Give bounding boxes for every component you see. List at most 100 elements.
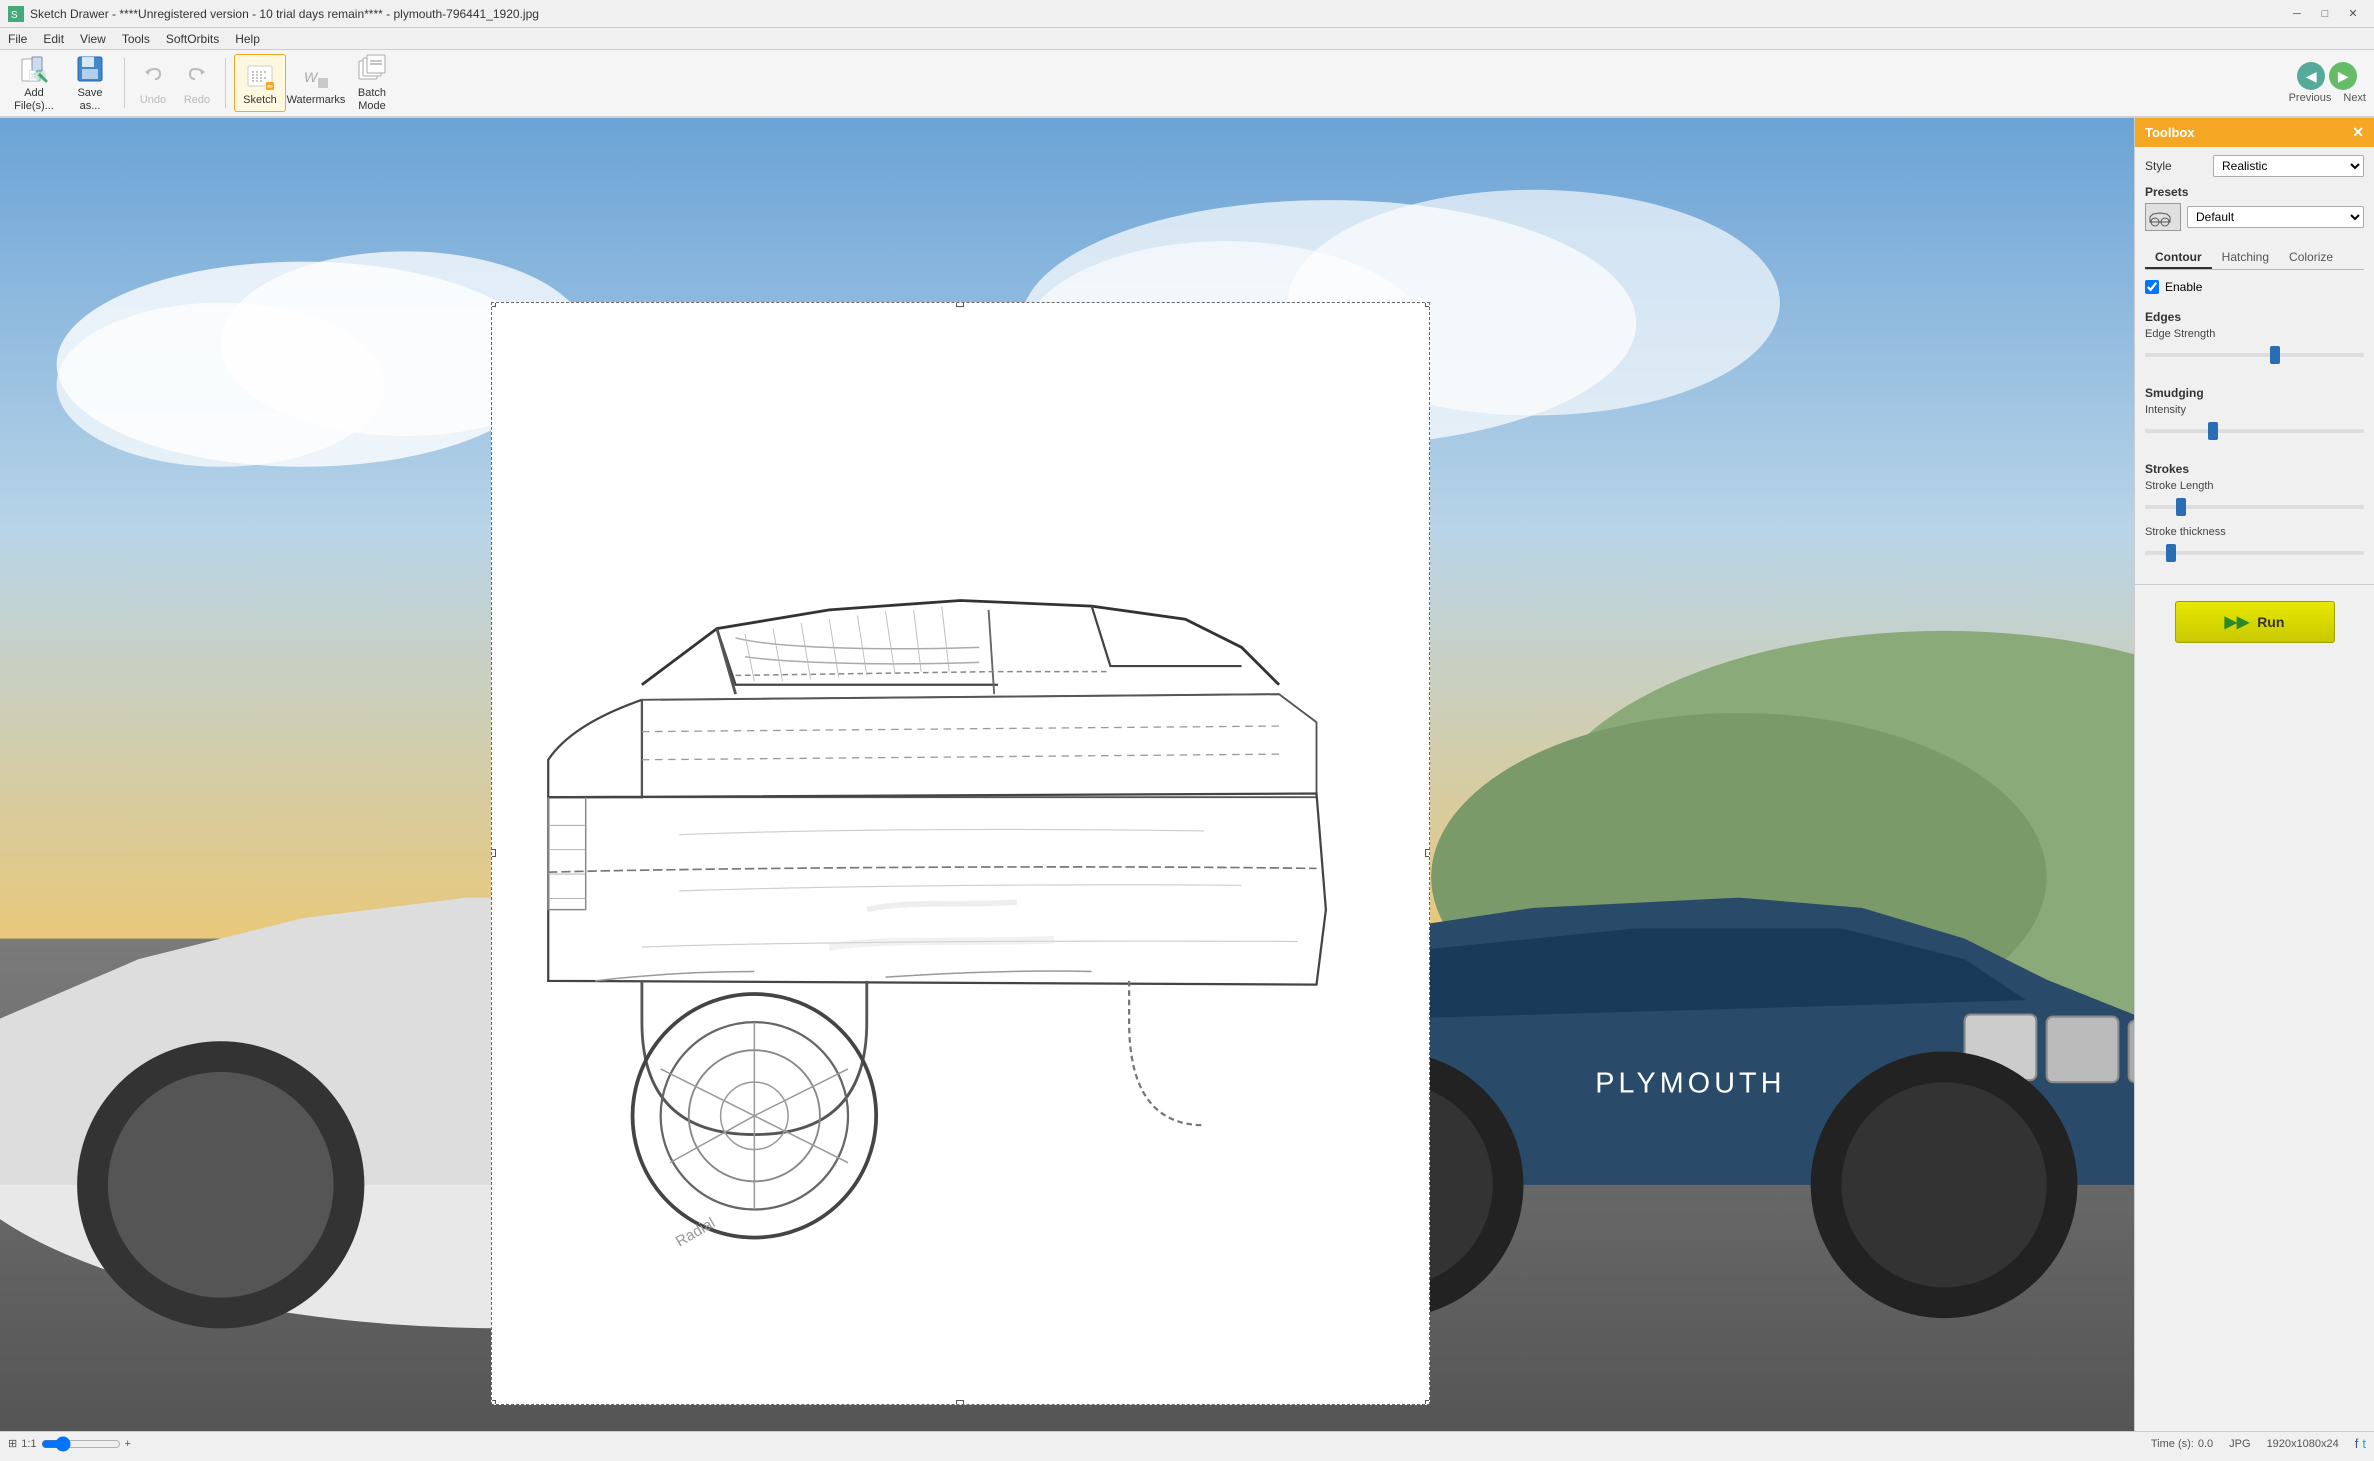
window-title: Sketch Drawer - ****Unregistered version… — [30, 7, 2284, 21]
title-bar: S Sketch Drawer - ****Unregistered versi… — [0, 0, 2374, 28]
preset-select[interactable]: Default Soft Hard Fine Art — [2187, 206, 2364, 228]
app-icon: S — [8, 6, 24, 22]
style-row: Style Realistic Artistic Comic Portrait — [2145, 155, 2364, 177]
watermarks-label: Watermarks — [287, 94, 346, 106]
sketch-overlay[interactable]: Radial — [491, 302, 1430, 1405]
twitter-icon[interactable]: t — [2362, 1436, 2366, 1451]
watermarks-button[interactable]: W Watermarks — [290, 54, 342, 112]
menu-tools[interactable]: Tools — [114, 30, 158, 48]
format-item: JPG — [2229, 1436, 2250, 1451]
menu-view[interactable]: View — [72, 30, 114, 48]
handle-mid-right[interactable] — [1425, 849, 1430, 857]
menu-softorbits[interactable]: SoftOrbits — [158, 30, 227, 48]
toolbar-separator-1 — [124, 58, 125, 108]
next-button[interactable]: ▶ — [2329, 62, 2357, 90]
stroke-length-label: Stroke Length — [2145, 480, 2364, 492]
stroke-thickness-slider[interactable] — [2145, 551, 2364, 555]
handle-mid-left[interactable] — [491, 849, 496, 857]
smudging-intensity-label: Intensity — [2145, 404, 2364, 416]
zoom-level: 1:1 — [21, 1438, 36, 1450]
toolbar-separator-2 — [225, 58, 226, 108]
handle-bottom-left[interactable] — [491, 1400, 496, 1405]
run-label: Run — [2257, 614, 2284, 630]
menu-help[interactable]: Help — [227, 30, 268, 48]
strokes-section: Strokes Stroke Length Stroke thickness — [2135, 458, 2374, 580]
window-controls: ─ □ ✕ — [2284, 4, 2366, 24]
status-bar: ⊞ 1:1 + Time (s): 0.0 JPG 1920x1080x24 f… — [0, 1431, 2374, 1455]
time-item: Time (s): 0.0 — [2151, 1436, 2213, 1451]
previous-label: Previous — [2289, 92, 2332, 104]
stroke-length-slider[interactable] — [2145, 505, 2364, 509]
add-files-button[interactable]: 📄 + AddFile(s)... — [8, 54, 60, 112]
next-label: Next — [2343, 92, 2366, 104]
sketch-label: Sketch — [243, 94, 277, 106]
enable-section: Enable — [2135, 276, 2374, 306]
previous-button[interactable]: ◀ — [2297, 62, 2325, 90]
time-value: 0.0 — [2198, 1438, 2213, 1450]
dimensions-value: 1920x1080x24 — [2267, 1438, 2339, 1450]
handle-bottom-mid[interactable] — [956, 1400, 964, 1405]
menu-edit[interactable]: Edit — [35, 30, 72, 48]
tab-hatching[interactable]: Hatching — [2212, 247, 2279, 269]
social-icons: f t — [2355, 1436, 2366, 1451]
undo-icon — [137, 60, 169, 92]
toolbox-close-button[interactable]: ✕ — [2352, 124, 2364, 141]
main-content: PLYMOUTH — [0, 118, 2374, 1431]
svg-text:S: S — [11, 10, 18, 21]
toolbox-panel: Toolbox ✕ Style Realistic Artistic Comic… — [2134, 118, 2374, 1431]
handle-top-left[interactable] — [491, 302, 496, 307]
close-button[interactable]: ✕ — [2340, 4, 2366, 24]
facebook-icon[interactable]: f — [2355, 1436, 2359, 1451]
tab-contour[interactable]: Contour — [2145, 247, 2212, 269]
toolbox-header: Toolbox ✕ — [2135, 118, 2374, 147]
format-value: JPG — [2229, 1438, 2250, 1450]
svg-text:W: W — [304, 69, 319, 85]
toolbox-divider — [2135, 584, 2374, 585]
fit-icon: ⊞ — [8, 1437, 17, 1450]
smudging-intensity-group: Intensity — [2145, 404, 2364, 440]
edges-section: Edges Edge Strength — [2135, 306, 2374, 382]
svg-text:PLYMOUTH: PLYMOUTH — [1595, 1067, 1785, 1099]
maximize-button[interactable]: □ — [2312, 4, 2338, 24]
style-section: Style Realistic Artistic Comic Portrait … — [2135, 147, 2374, 247]
batch-mode-button[interactable]: BatchMode — [346, 54, 398, 112]
batch-mode-label: BatchMode — [358, 87, 386, 113]
minimize-button[interactable]: ─ — [2284, 4, 2310, 24]
dimensions-item: 1920x1080x24 — [2267, 1436, 2339, 1451]
edge-strength-slider[interactable] — [2145, 353, 2364, 357]
handle-bottom-right[interactable] — [1425, 1400, 1430, 1405]
redo-button[interactable]: Redo — [177, 57, 217, 109]
save-as-icon — [74, 53, 106, 85]
toolbar: 📄 + AddFile(s)... Saveas... Undo — [0, 50, 2374, 118]
nav-labels: Previous Next — [2289, 92, 2366, 104]
presets-label: Presets — [2145, 185, 2364, 199]
smudging-intensity-slider[interactable] — [2145, 429, 2364, 433]
menu-file[interactable]: File — [0, 30, 35, 48]
preset-icon — [2145, 203, 2181, 231]
tabs-container: Contour Hatching Colorize — [2135, 247, 2374, 276]
strokes-heading: Strokes — [2145, 462, 2364, 476]
enable-row: Enable — [2145, 280, 2364, 294]
zoom-in-icon[interactable]: + — [125, 1438, 131, 1450]
stroke-thickness-group: Stroke thickness — [2145, 526, 2364, 562]
save-as-button[interactable]: Saveas... — [64, 54, 116, 112]
menu-bar: File Edit View Tools SoftOrbits Help — [0, 28, 2374, 50]
batch-mode-icon — [356, 53, 388, 85]
time-label: Time (s): — [2151, 1438, 2194, 1450]
add-files-label: AddFile(s)... — [14, 87, 54, 113]
undo-button[interactable]: Undo — [133, 57, 173, 109]
run-icon: ▶▶ — [2225, 612, 2250, 632]
canvas-area[interactable]: PLYMOUTH — [0, 118, 2134, 1431]
handle-top-mid[interactable] — [956, 302, 964, 307]
run-button[interactable]: ▶▶ Run — [2175, 601, 2335, 643]
tab-colorize[interactable]: Colorize — [2279, 247, 2343, 269]
style-select[interactable]: Realistic Artistic Comic Portrait — [2213, 155, 2364, 177]
handle-top-right[interactable] — [1425, 302, 1430, 307]
sketch-button[interactable]: ✏ Sketch — [234, 54, 286, 112]
zoom-slider[interactable] — [41, 1436, 121, 1452]
edge-strength-label: Edge Strength — [2145, 328, 2364, 340]
redo-icon — [181, 60, 213, 92]
watermarks-icon: W — [300, 60, 332, 92]
enable-checkbox[interactable] — [2145, 280, 2159, 294]
save-as-label: Saveas... — [77, 87, 102, 113]
